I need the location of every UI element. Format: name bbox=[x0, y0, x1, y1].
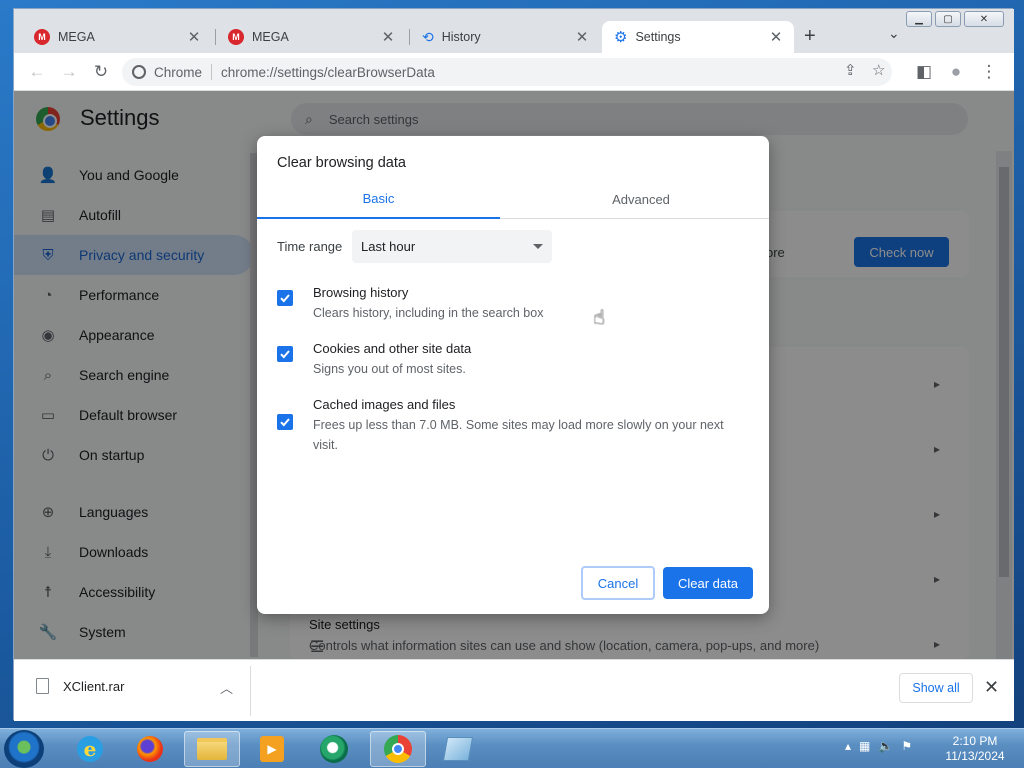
tab-search-chevron-icon[interactable]: ⌄ bbox=[888, 25, 900, 42]
option-cached-images: Cached images and files Frees up less th… bbox=[277, 395, 747, 455]
reload-button[interactable]: ↻ bbox=[90, 61, 112, 83]
browser-toolbar: ← → ↻ Chrome chrome://settings/clearBrow… bbox=[14, 53, 1014, 91]
side-panel-icon[interactable]: ◧ bbox=[913, 61, 935, 83]
checkbox-cached-images[interactable] bbox=[277, 414, 293, 430]
option-title: Cached images and files bbox=[313, 397, 456, 412]
share-icon[interactable]: ⇪ bbox=[844, 61, 857, 79]
taskbar-media-player[interactable]: ▶ bbox=[244, 731, 300, 767]
option-subtitle: Clears history, including in the search … bbox=[313, 306, 544, 320]
tab-basic[interactable]: Basic bbox=[257, 180, 500, 219]
tab-title: MEGA bbox=[252, 30, 289, 44]
dialog-title: Clear browsing data bbox=[277, 155, 406, 171]
time-range-select[interactable]: Last hour bbox=[352, 230, 552, 263]
taskbar-chrome[interactable] bbox=[370, 731, 426, 767]
taskbar-firefox[interactable] bbox=[122, 731, 178, 767]
download-item[interactable]: XClient.rar bbox=[36, 678, 124, 694]
option-browsing-history: Browsing history Clears history, includi… bbox=[277, 283, 747, 323]
site-chip[interactable]: Chrome bbox=[154, 65, 202, 80]
firefox-icon bbox=[137, 736, 163, 762]
tab-close-icon[interactable]: ✕ bbox=[186, 28, 202, 46]
checkmark-icon bbox=[280, 294, 290, 303]
tab-mega-1[interactable]: M MEGA ✕ bbox=[22, 21, 212, 53]
maximize-button[interactable]: ▢ bbox=[935, 11, 961, 27]
chrome-site-icon bbox=[132, 65, 146, 79]
clock[interactable]: 2:10 PM 11/13/2024 bbox=[940, 734, 1010, 764]
media-player-icon: ▶ bbox=[260, 736, 284, 762]
windows-taskbar: e ▶ ▴ ▦ 🔈 ⚑ 2:10 PM 11/13/2024 bbox=[0, 728, 1024, 768]
dialog-tabs: Basic Advanced bbox=[257, 180, 769, 219]
tab-history[interactable]: ⟲ History ✕ bbox=[410, 21, 600, 53]
clock-time: 2:10 PM bbox=[952, 734, 998, 748]
bookmark-star-icon[interactable]: ☆ bbox=[872, 61, 885, 79]
tab-close-icon[interactable]: ✕ bbox=[380, 28, 396, 46]
show-all-button[interactable]: Show all bbox=[899, 673, 973, 703]
back-button[interactable]: ← bbox=[26, 61, 48, 83]
new-tab-button[interactable]: + bbox=[804, 25, 816, 48]
volume-muted-icon[interactable]: 🔈 bbox=[878, 739, 893, 753]
tab-strip: M MEGA ✕ M MEGA ✕ ⟲ History ✕ ⚙ Settings… bbox=[14, 9, 1014, 53]
option-title: Browsing history bbox=[313, 285, 409, 300]
url-text[interactable]: chrome://settings/clearBrowserData bbox=[221, 65, 435, 80]
address-bar[interactable]: Chrome chrome://settings/clearBrowserDat… bbox=[122, 58, 892, 86]
window-controls: ▁ ▢ ✕ bbox=[906, 11, 1004, 27]
history-icon: ⟲ bbox=[422, 28, 434, 45]
checkmark-icon bbox=[280, 418, 290, 427]
tab-mega-2[interactable]: M MEGA ✕ bbox=[216, 21, 406, 53]
show-hidden-icons-icon[interactable]: ▴ bbox=[845, 739, 851, 753]
browser-window: ▁ ▢ ✕ M MEGA ✕ M MEGA ✕ ⟲ History ✕ ⚙ Se… bbox=[13, 8, 1014, 721]
checkbox-cookies[interactable] bbox=[277, 346, 293, 362]
close-shelf-icon[interactable]: ✕ bbox=[984, 677, 999, 698]
mega-icon: M bbox=[34, 29, 50, 45]
window-icon bbox=[442, 737, 474, 761]
window-close-button[interactable]: ✕ bbox=[964, 11, 1004, 27]
hand-cursor-icon: ☝ bbox=[593, 307, 606, 329]
system-tray: ▴ ▦ 🔈 ⚑ bbox=[845, 739, 912, 753]
file-icon bbox=[36, 678, 49, 694]
tab-title: Settings bbox=[635, 30, 681, 44]
checkbox-browsing-history[interactable] bbox=[277, 290, 293, 306]
taskbar-app[interactable] bbox=[306, 731, 362, 767]
start-button[interactable] bbox=[4, 730, 44, 768]
option-title: Cookies and other site data bbox=[313, 341, 472, 356]
clock-date: 11/13/2024 bbox=[945, 749, 1005, 763]
action-center-flag-icon[interactable]: ⚑ bbox=[901, 739, 912, 753]
taskbar-explorer[interactable] bbox=[184, 731, 240, 767]
option-cookies: Cookies and other site data Signs you ou… bbox=[277, 339, 747, 379]
cancel-button[interactable]: Cancel bbox=[581, 566, 655, 600]
chrome-menu-icon[interactable]: ⋮ bbox=[978, 61, 1000, 83]
forward-button[interactable]: → bbox=[58, 61, 80, 83]
minimize-button[interactable]: ▁ bbox=[906, 11, 932, 27]
option-subtitle: Frees up less than 7.0 MB. Some sites ma… bbox=[313, 418, 724, 452]
folder-icon bbox=[197, 738, 227, 760]
dropdown-caret-icon bbox=[533, 244, 543, 249]
time-range-value: Last hour bbox=[361, 239, 416, 254]
option-subtitle: Signs you out of most sites. bbox=[313, 362, 466, 376]
clear-browsing-data-dialog: Clear browsing data Basic Advanced Time … bbox=[257, 136, 769, 614]
tab-advanced[interactable]: Advanced bbox=[513, 180, 769, 219]
mega-icon: M bbox=[228, 29, 244, 45]
tab-close-icon[interactable]: ✕ bbox=[768, 28, 784, 46]
tab-title: MEGA bbox=[58, 30, 95, 44]
download-shelf: XClient.rar ︿ Show all ✕ bbox=[14, 659, 1014, 721]
taskbar-window[interactable] bbox=[430, 731, 486, 767]
tab-settings[interactable]: ⚙ Settings ✕ bbox=[602, 21, 794, 53]
taskbar-ie[interactable]: e bbox=[62, 731, 118, 767]
profile-avatar-icon[interactable]: ● bbox=[945, 61, 967, 83]
green-app-icon bbox=[320, 735, 348, 763]
chevron-up-icon[interactable]: ︿ bbox=[220, 678, 233, 697]
checkmark-icon bbox=[280, 350, 290, 359]
time-range-label: Time range bbox=[277, 239, 343, 254]
tab-title: History bbox=[441, 30, 481, 44]
gear-icon: ⚙ bbox=[614, 29, 628, 46]
shelf-divider bbox=[250, 666, 251, 716]
clear-data-button[interactable]: Clear data bbox=[663, 567, 753, 599]
omnibox-divider bbox=[211, 64, 213, 80]
internet-explorer-icon: e bbox=[77, 736, 103, 762]
chrome-icon bbox=[384, 735, 412, 763]
tab-close-icon[interactable]: ✕ bbox=[574, 28, 590, 46]
network-icon[interactable]: ▦ bbox=[859, 739, 870, 753]
download-filename: XClient.rar bbox=[63, 678, 125, 694]
